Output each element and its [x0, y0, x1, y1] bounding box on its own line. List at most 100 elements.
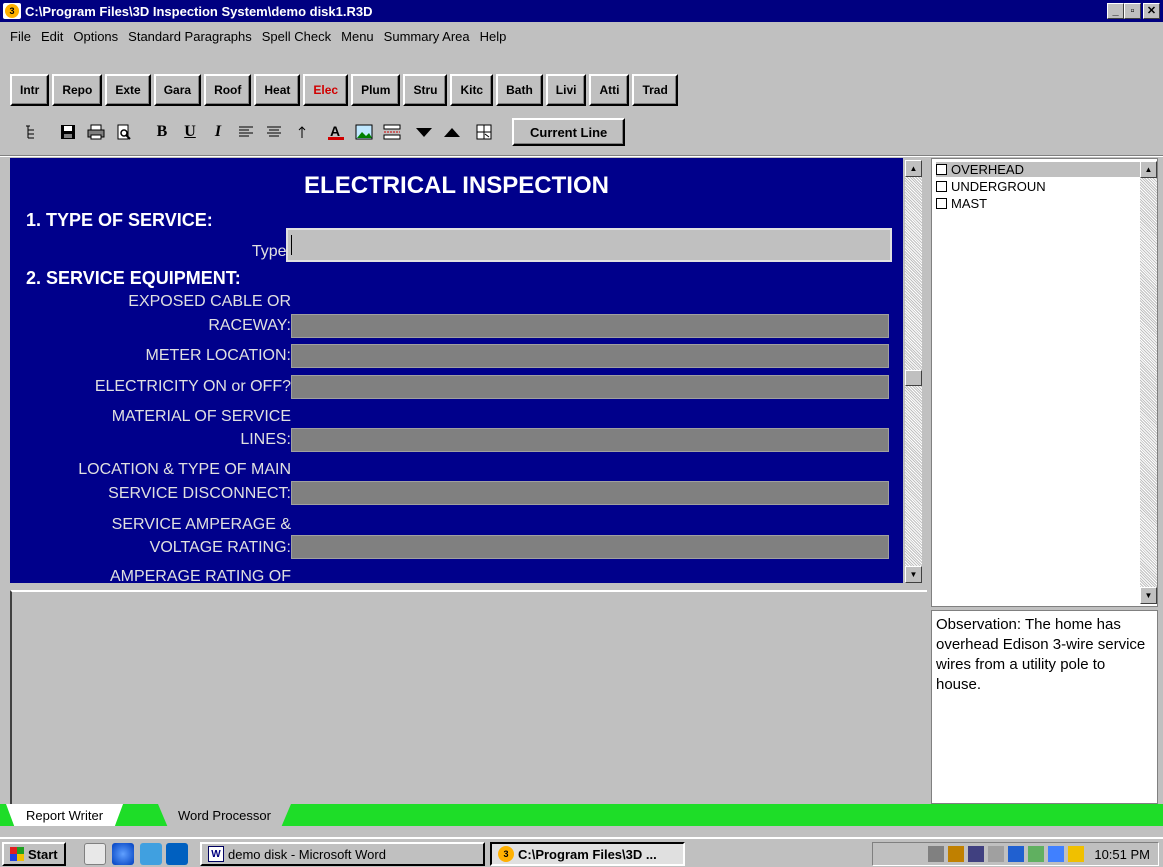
menu-file[interactable]: File: [0, 29, 36, 44]
section-button-intr[interactable]: Intr: [10, 74, 50, 106]
task-label: demo disk - Microsoft Word: [228, 846, 386, 862]
section-button-heat[interactable]: Heat: [254, 74, 301, 106]
exposed-cable-field[interactable]: [291, 314, 889, 338]
report-editor[interactable]: [10, 590, 927, 804]
format-toolbar: B U I A Current Line: [18, 118, 626, 146]
section-button-bath[interactable]: Bath: [496, 74, 543, 106]
scroll-up-icon[interactable]: ▲: [1140, 161, 1157, 178]
tab-word-processor[interactable]: Word Processor: [158, 804, 291, 826]
tray-app-icon[interactable]: [1008, 846, 1025, 862]
arrow-icon[interactable]: [288, 118, 316, 146]
type-label: Type:: [251, 243, 291, 260]
electricity-on-off-field[interactable]: [291, 375, 889, 399]
amperage-voltage-field[interactable]: [291, 535, 889, 559]
section-button-exte[interactable]: Exte: [105, 74, 151, 106]
scroll-down-icon[interactable]: ▼: [905, 566, 922, 583]
option-overhead[interactable]: OVERHEAD: [936, 162, 1141, 177]
main-disconnect-field[interactable]: [291, 481, 889, 505]
section-button-kitc[interactable]: Kitc: [450, 74, 494, 106]
menu-options[interactable]: Options: [68, 29, 123, 44]
tray-network-icon[interactable]: [968, 846, 985, 862]
picture-icon[interactable]: [350, 118, 378, 146]
channels-icon[interactable]: [140, 843, 162, 865]
italic-icon[interactable]: I: [204, 118, 232, 146]
menu-edit[interactable]: Edit: [36, 29, 68, 44]
minimize-button[interactable]: _: [1107, 3, 1124, 19]
section-button-elec[interactable]: Elec: [303, 74, 349, 106]
field-label-line2: METER LOCATION:: [145, 347, 292, 364]
tray-app-icon[interactable]: [928, 846, 945, 862]
checkbox-icon[interactable]: [936, 164, 947, 175]
tray-app-icon[interactable]: [1028, 846, 1045, 862]
bold-icon[interactable]: B: [148, 118, 176, 146]
title-bar: 3 C:\Program Files\3D Inspection System\…: [0, 0, 1163, 22]
outline-icon[interactable]: [18, 118, 46, 146]
option-list: OVERHEAD UNDERGROUN MAST ▲ ▼: [931, 158, 1158, 607]
field-label-line1: MATERIAL OF SERVICE: [111, 408, 291, 425]
window-title: C:\Program Files\3D Inspection System\de…: [25, 3, 373, 19]
section-button-atti[interactable]: Atti: [589, 74, 630, 106]
start-button[interactable]: Start: [2, 842, 66, 866]
section-button-plum[interactable]: Plum: [351, 74, 401, 106]
current-line-button[interactable]: Current Line: [512, 118, 626, 146]
checkbox-icon[interactable]: [936, 198, 947, 209]
field-label-line2: SERVICE DISCONNECT:: [108, 485, 291, 502]
section-button-trad[interactable]: Trad: [632, 74, 678, 106]
center-icon[interactable]: [260, 118, 288, 146]
print-preview-icon[interactable]: [110, 118, 138, 146]
font-color-icon[interactable]: A: [322, 118, 350, 146]
form-title: ELECTRICAL INSPECTION: [304, 172, 609, 199]
service-lines-material-field[interactable]: [291, 428, 889, 452]
tray-agent-icon[interactable]: [1068, 846, 1085, 862]
start-label: Start: [28, 846, 58, 862]
task-inspection-system[interactable]: 3 C:\Program Files\3D ...: [490, 842, 685, 866]
list-scrollbar[interactable]: ▲ ▼: [1140, 161, 1157, 604]
app-shortcut-icon[interactable]: [166, 843, 188, 865]
maximize-button[interactable]: ▫: [1124, 3, 1141, 19]
print-icon[interactable]: [82, 118, 110, 146]
close-button[interactable]: ✕: [1143, 3, 1160, 19]
field-label-line2: VOLTAGE RATING:: [149, 539, 291, 556]
section-button-gara[interactable]: Gara: [153, 74, 202, 106]
move-up-icon[interactable]: [438, 118, 466, 146]
align-left-icon[interactable]: [232, 118, 260, 146]
section-button-livi[interactable]: Livi: [545, 74, 587, 106]
browser-icon[interactable]: [112, 843, 134, 865]
menu-spell-check[interactable]: Spell Check: [257, 29, 336, 44]
desktop-icon[interactable]: [84, 843, 106, 865]
underline-icon[interactable]: U: [176, 118, 204, 146]
option-underground[interactable]: UNDERGROUN: [936, 179, 1046, 194]
field-label-line2: RACEWAY:: [208, 317, 291, 334]
observation-text[interactable]: Observation: The home has overhead Ediso…: [931, 610, 1158, 804]
option-mast[interactable]: MAST: [936, 196, 987, 211]
section-button-roof[interactable]: Roof: [204, 74, 252, 106]
section-button-stru[interactable]: Stru: [403, 74, 448, 106]
section-button-repo[interactable]: Repo: [52, 74, 103, 106]
form-scrollbar[interactable]: ▲ ▼: [905, 160, 922, 583]
clock: 10:51 PM: [1094, 846, 1150, 862]
page-break-icon[interactable]: [378, 118, 406, 146]
tab-report-writer[interactable]: Report Writer: [6, 804, 124, 826]
scroll-thumb[interactable]: [905, 370, 922, 386]
tray-app-icon[interactable]: [948, 846, 965, 862]
menu-menu[interactable]: Menu: [336, 29, 379, 44]
task-microsoft-word[interactable]: W demo disk - Microsoft Word: [200, 842, 485, 866]
move-down-icon[interactable]: [410, 118, 438, 146]
volume-icon[interactable]: [988, 846, 1005, 862]
checkbox-icon[interactable]: [936, 181, 947, 192]
save-icon[interactable]: [54, 118, 82, 146]
option-label: MAST: [951, 196, 988, 211]
scroll-down-icon[interactable]: ▼: [1140, 587, 1157, 604]
section-type-of-service: 1. TYPE OF SERVICE:: [26, 210, 213, 230]
type-field[interactable]: [286, 228, 892, 262]
menu-summary-area[interactable]: Summary Area: [379, 29, 475, 44]
field-label-line1: SERVICE AMPERAGE &: [111, 516, 291, 533]
meter-location-field[interactable]: [291, 344, 889, 368]
option-label: OVERHEAD: [951, 162, 1024, 177]
app-logo-icon[interactable]: 3: [3, 3, 21, 19]
menu-standard-paragraphs[interactable]: Standard Paragraphs: [123, 29, 257, 44]
table-icon[interactable]: [470, 118, 498, 146]
scroll-up-icon[interactable]: ▲: [905, 160, 922, 177]
menu-help[interactable]: Help: [475, 29, 512, 44]
tray-app-icon[interactable]: [1048, 846, 1065, 862]
